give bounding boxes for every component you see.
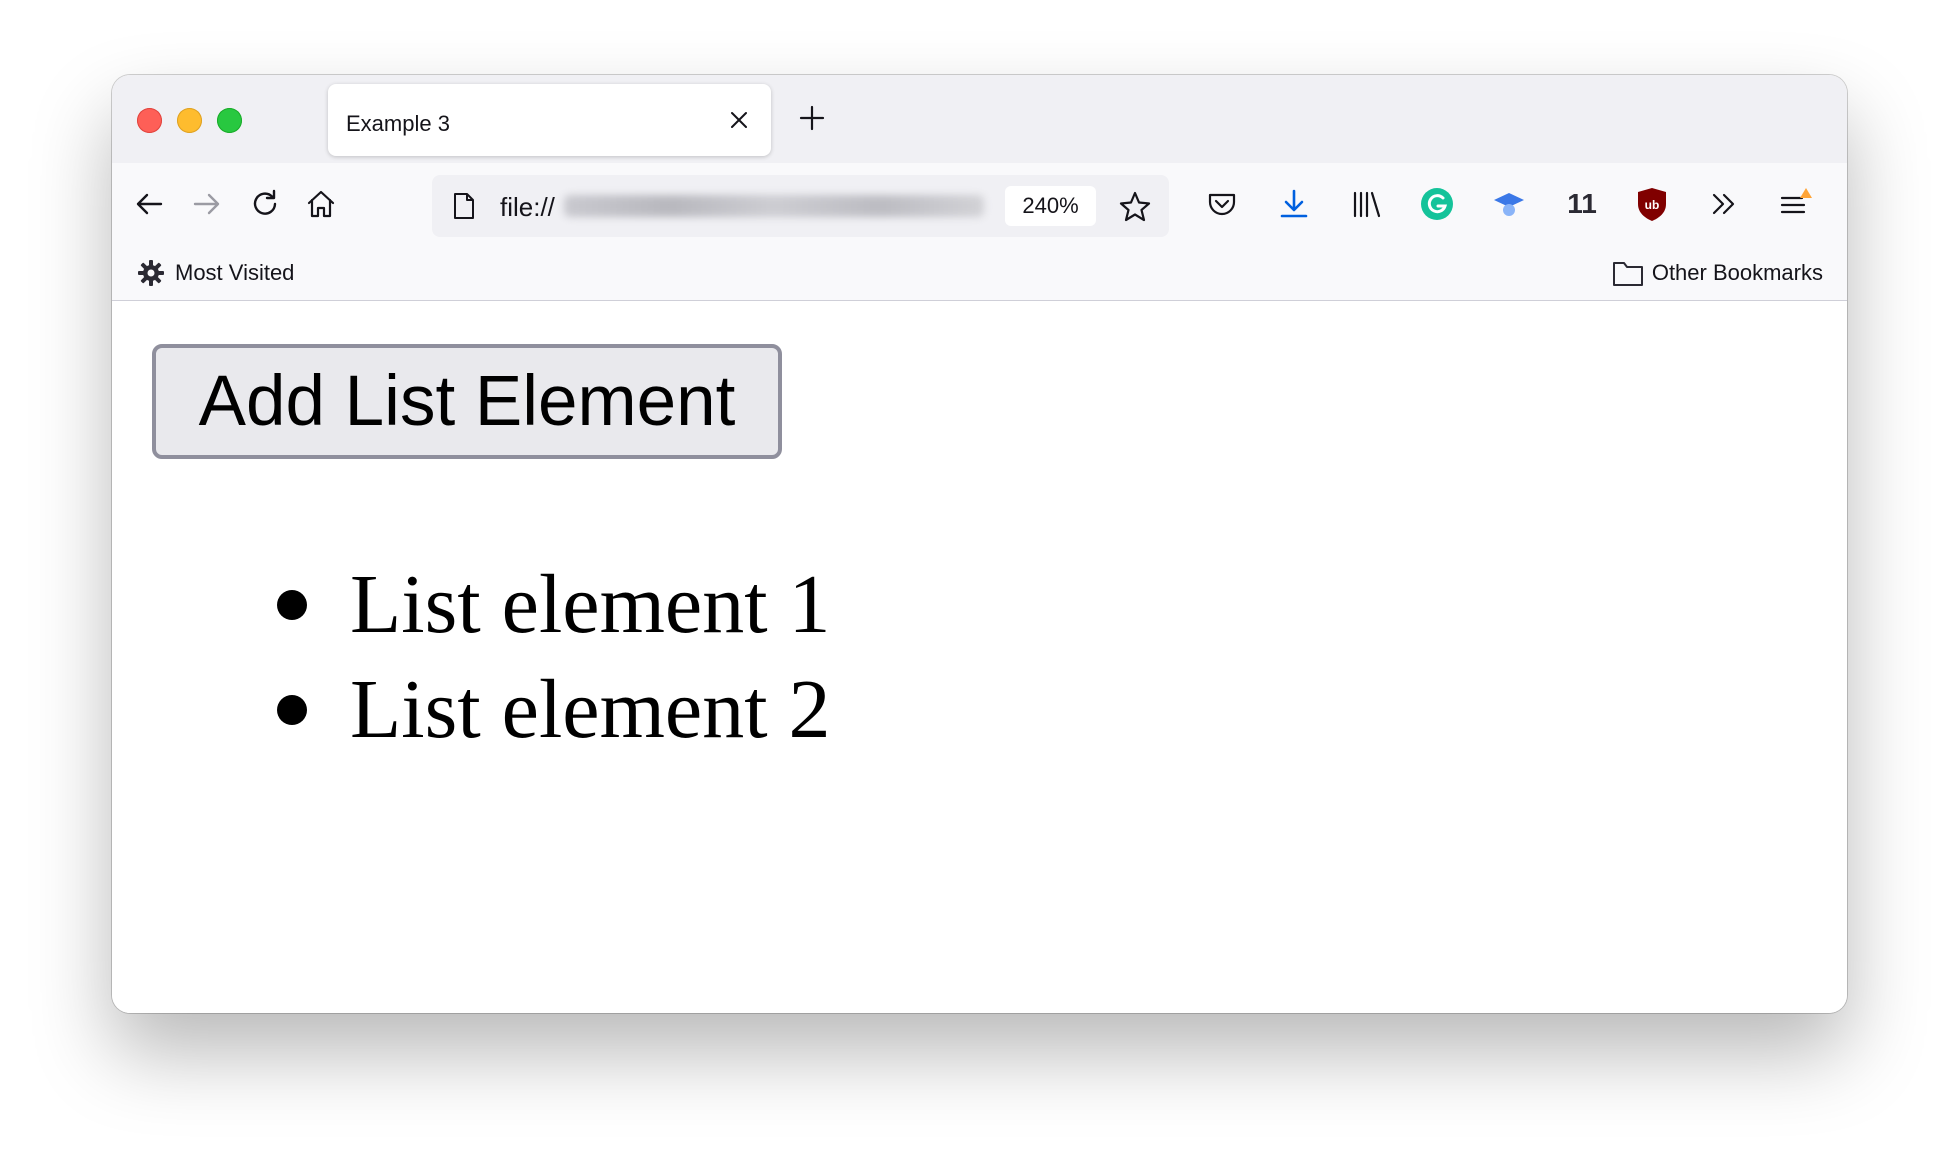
minimize-window-button[interactable] [177, 108, 202, 133]
list-item-text: List element 1 [350, 558, 831, 651]
tab-example-3[interactable]: Example 3 [328, 84, 771, 156]
home-icon[interactable] [302, 185, 340, 223]
gear-icon [138, 260, 164, 286]
list-item: List element 2 [277, 657, 831, 762]
download-icon[interactable] [1275, 185, 1313, 223]
menu-icon[interactable] [1777, 185, 1815, 223]
bookmarks-toolbar: Most Visited Other Bookmarks [112, 245, 1847, 301]
new-tab-plus-icon[interactable] [796, 102, 828, 134]
bookmark-most-visited[interactable]: Most Visited [137, 259, 294, 287]
ublock-icon[interactable]: ub [1633, 185, 1671, 223]
most-visited-label: Most Visited [175, 260, 295, 285]
bullet-icon [277, 589, 307, 620]
browser-window: Example 3 file:// 240% 11 ub Most Visite… [112, 75, 1847, 1013]
list-item-text: List element 2 [350, 663, 831, 756]
url-bar[interactable]: file:// 240% [432, 175, 1169, 237]
folder-icon [1612, 262, 1643, 286]
navigation-toolbar: file:// 240% 11 ub [112, 163, 1847, 245]
svg-text:ub: ub [1645, 198, 1660, 212]
close-icon[interactable] [727, 108, 751, 132]
bullet-icon [277, 694, 307, 725]
add-list-element-button[interactable]: Add List Element [152, 344, 782, 459]
pocket-icon[interactable] [1203, 185, 1241, 223]
title-bar: Example 3 [112, 75, 1847, 163]
page-content: Add List Element List element 1 List ele… [112, 302, 1847, 1013]
back-icon[interactable] [130, 185, 168, 223]
extension-badge-count[interactable]: 11 [1558, 185, 1606, 223]
reload-icon[interactable] [246, 185, 284, 223]
forward-icon[interactable] [188, 185, 226, 223]
tab-title: Example 3 [346, 111, 450, 136]
list-item: List element 1 [277, 552, 831, 657]
element-list: List element 1 List element 2 [277, 552, 831, 762]
close-window-button[interactable] [137, 108, 162, 133]
library-icon[interactable] [1347, 185, 1385, 223]
page-icon [454, 193, 474, 219]
zoom-level-badge[interactable]: 240% [1005, 186, 1096, 226]
overflow-icon[interactable] [1705, 185, 1743, 223]
url-text: file:// [500, 192, 555, 222]
zoom-window-button[interactable] [217, 108, 242, 133]
url-path-redacted [564, 195, 984, 217]
other-bookmarks-label: Other Bookmarks [1651, 260, 1823, 285]
bookmark-other-bookmarks[interactable]: Other Bookmarks [1612, 259, 1823, 287]
extension-icon[interactable] [1490, 185, 1528, 223]
star-icon[interactable] [1117, 189, 1153, 225]
grammarly-icon[interactable] [1418, 185, 1456, 223]
